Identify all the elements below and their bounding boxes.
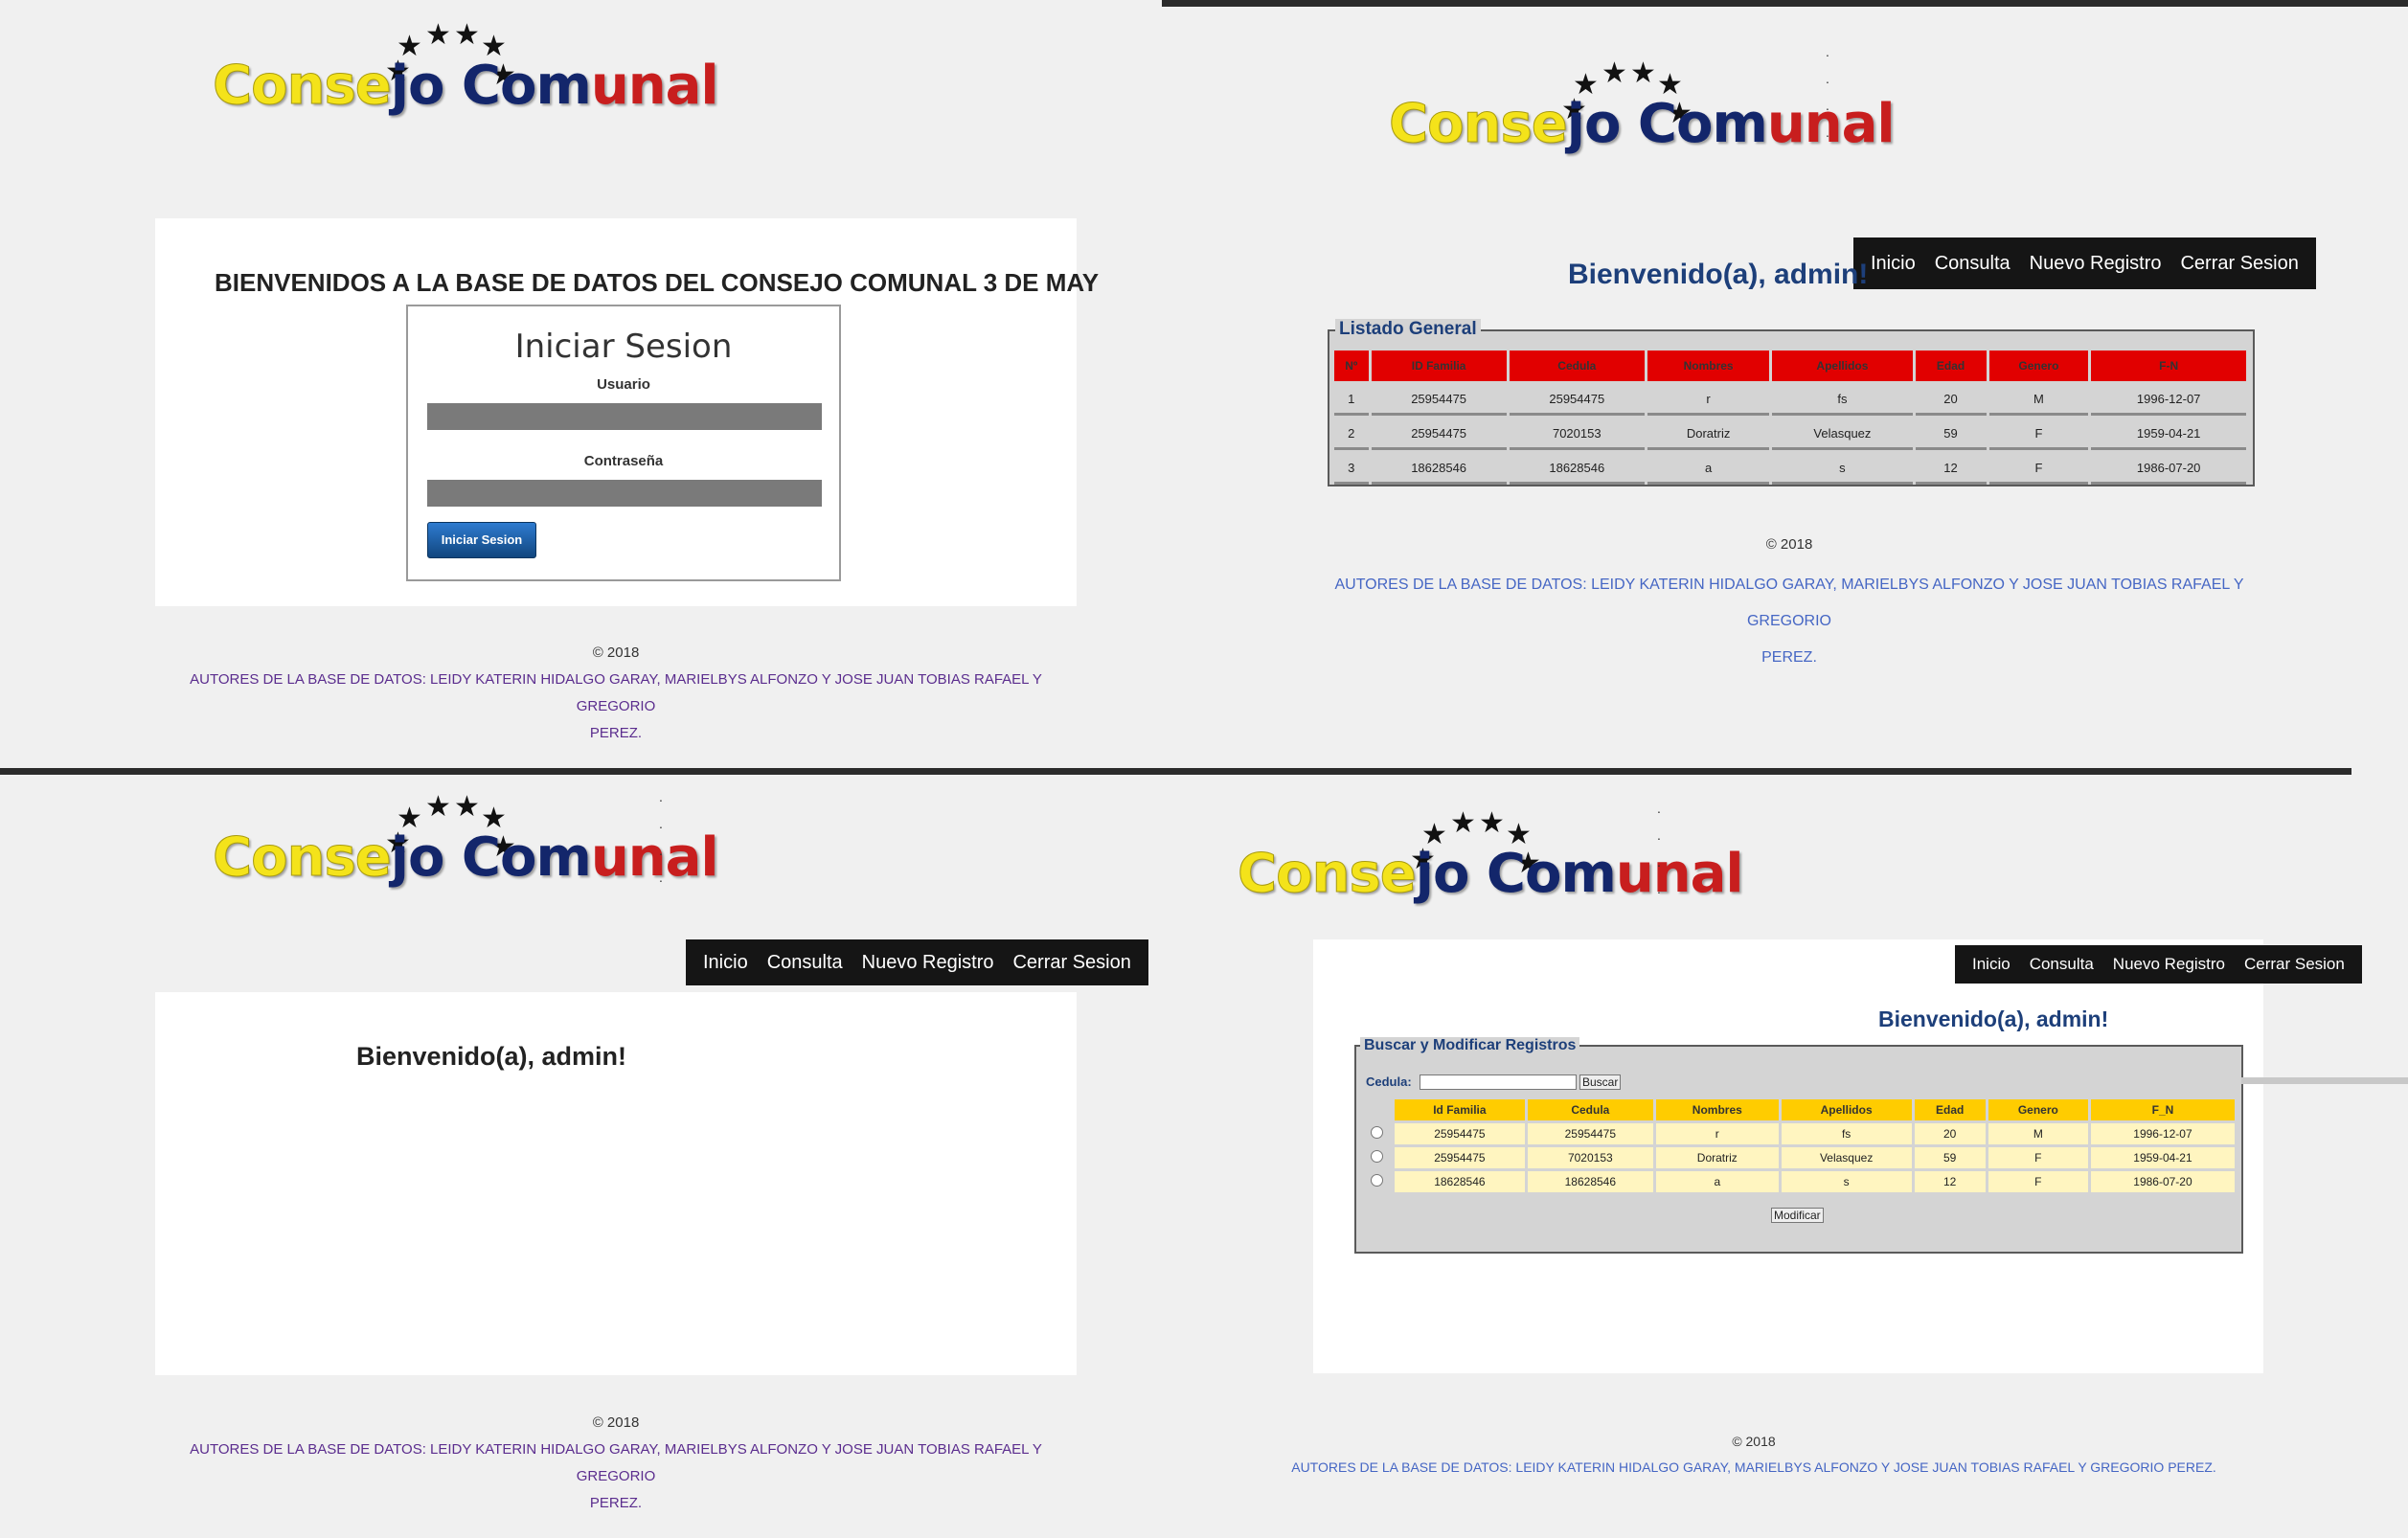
nav-consulta[interactable]: Consulta	[1925, 253, 2020, 275]
listado-table: Nº ID Familia Cedula Nombres Apellidos E…	[1331, 348, 2249, 487]
nav-bar: Inicio Consulta Nuevo Registro Cerrar Se…	[1955, 945, 2362, 984]
col-header: F_N	[2090, 1099, 2235, 1120]
col-header: ID Familia	[1371, 351, 1507, 381]
col-header: Id Familia	[1395, 1099, 1525, 1120]
col-header: Genero	[1988, 1099, 2088, 1120]
welcome-card: Bienvenido(a), admin!	[155, 992, 1077, 1375]
nav-nuevo-registro[interactable]: Nuevo Registro	[852, 952, 1004, 974]
horizontal-divider	[0, 768, 2351, 775]
user-label: Usuario	[597, 376, 650, 393]
page-title: BIENVENIDOS A LA BASE DE DATOS DEL CONSE…	[215, 268, 1100, 297]
footer-authors: AUTORES DE LA BASE DE DATOS: LEIDY KATER…	[1291, 1459, 2216, 1475]
col-header: Cedula	[1527, 1099, 1653, 1120]
nav-consulta[interactable]: Consulta	[2020, 955, 2103, 974]
dots: ....	[659, 789, 663, 885]
table-row: 18628546 18628546 a s 12 F 1986-07-20	[1361, 1171, 2235, 1192]
listado-legend: Listado General	[1335, 319, 1481, 340]
welcome-message: Bienvenido(a), admin!	[1568, 259, 1869, 290]
nav-inicio[interactable]: Inicio	[1963, 955, 2020, 974]
login-button[interactable]: Iniciar Sesion	[427, 522, 536, 558]
search-button[interactable]: Buscar	[1579, 1074, 1622, 1090]
select-col	[1361, 1099, 1392, 1120]
password-label: Contraseña	[583, 453, 664, 469]
col-header: F-N	[2091, 351, 2246, 381]
footer-authors: AUTORES DE LA BASE DE DATOS: LEIDY KATER…	[1334, 577, 2244, 666]
login-heading: Iniciar Sesion	[514, 328, 733, 366]
footer-copyright: © 2018	[1765, 536, 1813, 553]
col-header: Apellidos	[1781, 1099, 1912, 1120]
col-header: Nº	[1334, 351, 1369, 381]
nav-consulta[interactable]: Consulta	[758, 952, 852, 974]
row-radio[interactable]	[1370, 1174, 1383, 1187]
dots: ....	[1657, 801, 1661, 896]
logo: ★ ★ ★ ★ ★ ★ Consejo Comunal	[213, 790, 719, 890]
nav-cerrar-sesion[interactable]: Cerrar Sesion	[2235, 955, 2354, 974]
nav-nuevo-registro[interactable]: Nuevo Registro	[2103, 955, 2235, 974]
col-header: Apellidos	[1772, 351, 1913, 381]
modify-button[interactable]: Modificar	[1771, 1208, 1824, 1223]
buscar-table: Id Familia Cedula Nombres Apellidos Edad…	[1358, 1097, 2238, 1195]
footer-authors: AUTORES DE LA BASE DE DATOS: LEIDY KATER…	[190, 671, 1042, 741]
cedula-input[interactable]	[1420, 1074, 1577, 1090]
col-header: Cedula	[1509, 351, 1645, 381]
footer-copyright: © 2018	[592, 1414, 640, 1431]
login-form: Iniciar Sesion Usuario Contraseña Inicia…	[406, 305, 841, 581]
username-input[interactable]	[427, 403, 822, 430]
nav-bar: Inicio Consulta Nuevo Registro Cerrar Se…	[686, 939, 1148, 985]
table-row: 25954475 7020153 Doratriz Velasquez 59 F 1959-…	[1361, 1147, 2235, 1168]
nav-inicio[interactable]: Inicio	[1861, 253, 1925, 275]
nav-cerrar-sesion[interactable]: Cerrar Sesion	[2170, 253, 2307, 275]
nav-nuevo-registro[interactable]: Nuevo Registro	[2020, 253, 2171, 275]
row-radio[interactable]	[1370, 1126, 1383, 1139]
welcome-message: Bienvenido(a), admin!	[1878, 1006, 2109, 1031]
password-input[interactable]	[427, 480, 822, 507]
table-row: 2 25954475 7020153 Doratriz Velasquez 59 F 1959…	[1334, 418, 2246, 450]
logo: ★ ★ ★ ★ ★ ★ Consejo Comunal	[1389, 57, 1896, 156]
logo: ★ ★ ★ ★ ★ ★ Consejo Comunal	[1238, 806, 1744, 906]
nav-cerrar-sesion[interactable]: Cerrar Sesion	[1003, 952, 1140, 974]
dots: ....	[1826, 44, 1829, 140]
footer-copyright: © 2018	[592, 645, 640, 661]
footer-copyright: © 2018	[1732, 1434, 1776, 1449]
col-header: Edad	[1915, 351, 1987, 381]
buscar-legend: Buscar y Modificar Registros	[1360, 1037, 1580, 1054]
buscar-fieldset: Buscar y Modificar Registros Cedula: Bus…	[1354, 1037, 2243, 1254]
row-radio[interactable]	[1370, 1150, 1383, 1163]
col-header: Edad	[1914, 1099, 1986, 1120]
cedula-label: Cedula:	[1366, 1074, 1412, 1089]
buscar-card: Inicio Consulta Nuevo Registro Cerrar Se…	[1313, 939, 2362, 1373]
table-row: 3 18628546 18628546 a s 12 F 1986-07-20	[1334, 453, 2246, 485]
col-header: Nombres	[1647, 351, 1770, 381]
top-border-right	[1162, 0, 2408, 7]
welcome-message: Bienvenido(a), admin!	[356, 1042, 627, 1071]
nav-inicio[interactable]: Inicio	[693, 952, 758, 974]
scroll-artifact	[2241, 1077, 2408, 1084]
footer-authors: AUTORES DE LA BASE DE DATOS: LEIDY KATER…	[190, 1441, 1042, 1511]
table-row: 25954475 25954475 r fs 20 M 1996-12-07	[1361, 1123, 2235, 1144]
login-card: BIENVENIDOS A LA BASE DE DATOS DEL CONSE…	[155, 218, 1099, 606]
col-header: Genero	[1988, 351, 2089, 381]
listado-general: Listado General Nº ID Familia Cedula Nom…	[1328, 319, 2255, 487]
col-header: Nombres	[1655, 1099, 1779, 1120]
table-row: 1 25954475 25954475 r fs 20 M 1996-12-07	[1334, 384, 2246, 416]
logo: ★ ★ ★ ★ ★ ★ Consejo Comunal	[213, 18, 719, 118]
nav-bar: Inicio Consulta Nuevo Registro Cerrar Se…	[1853, 237, 2316, 289]
